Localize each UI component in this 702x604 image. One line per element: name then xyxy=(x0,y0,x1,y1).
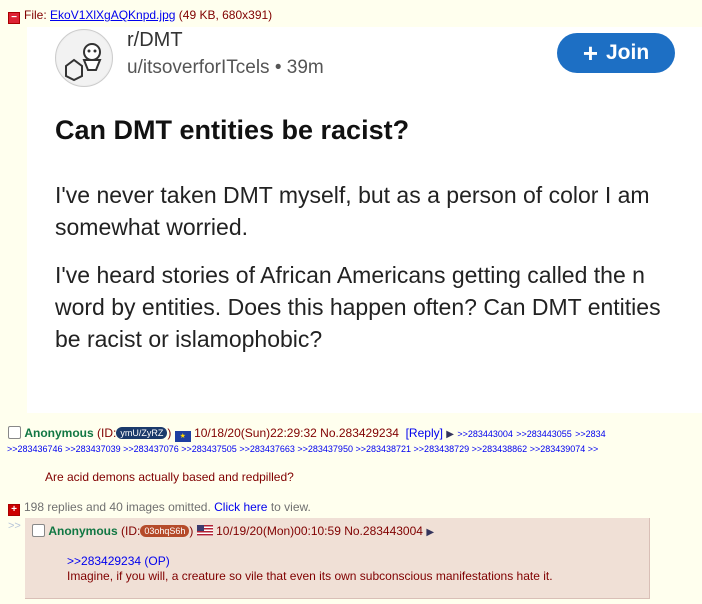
poster-id[interactable]: 03ohqS6h xyxy=(140,525,190,537)
backlink[interactable]: >> xyxy=(588,444,599,454)
plus-icon: + xyxy=(582,38,598,68)
post-title: Can DMT entities be racist? xyxy=(55,115,410,145)
view-thread-link[interactable]: Click here xyxy=(214,500,267,514)
join-button: + Join xyxy=(557,33,675,73)
file-meta: (49 KB, 680x391) xyxy=(178,8,273,22)
file-label: File: xyxy=(24,8,47,22)
omitted-notice: +198 replies and 40 images omitted. Clic… xyxy=(8,500,311,516)
poster-name: Anonymous xyxy=(48,524,118,538)
post-datetime: 10/18/20(Sun)22:29:32 xyxy=(194,426,317,440)
reply-post: Anonymous (ID: 03ohqS6h) 10/19/20(Mon)00:… xyxy=(25,518,650,599)
op-comment: Are acid demons actually based and redpi… xyxy=(45,470,294,484)
backlink[interactable]: >>283443004 xyxy=(457,429,513,439)
post-paragraph: I've never taken DMT myself, but as a pe… xyxy=(55,182,650,240)
reply-link[interactable]: [Reply] xyxy=(406,426,443,440)
id-prefix: (ID: xyxy=(121,524,141,538)
post-menu-icon[interactable]: ▶ xyxy=(426,527,434,538)
username: u/itsoverforITcels xyxy=(127,57,270,78)
backlink[interactable]: >>283437039 xyxy=(65,444,121,454)
reply-select-checkbox[interactable] xyxy=(32,524,45,537)
post-body: I've never taken DMT myself, but as a pe… xyxy=(55,179,680,371)
backlinks: >>283443004 >>283443055 >>2834 xyxy=(457,426,605,440)
backlinks-row: >>283436746 >>283437039 >>283437076 >>28… xyxy=(7,444,598,454)
reply-header: Anonymous (ID: 03ohqS6h) 10/19/20(Mon)00:… xyxy=(32,524,434,538)
join-label: Join xyxy=(606,41,650,64)
op-post-header: Anonymous (ID: ymU/ZyRZ) ★ 10/18/20(Sun)2… xyxy=(8,426,606,442)
poster-id[interactable]: ymU/ZyRZ xyxy=(116,427,168,439)
omitted-suffix: to view. xyxy=(270,500,311,514)
file-link[interactable]: EkoV1XlXgAQKnpd.jpg xyxy=(50,8,175,22)
post-paragraph: I've heard stories of African Americans … xyxy=(55,262,661,352)
op-select-checkbox[interactable] xyxy=(8,426,21,439)
backlink[interactable]: >>283438729 xyxy=(414,444,470,454)
eu-flag-icon: ★ xyxy=(174,431,191,442)
post-age: 39m xyxy=(286,57,324,78)
backlink[interactable]: >>283438862 xyxy=(472,444,528,454)
hide-thread-icon[interactable]: − xyxy=(8,12,20,24)
poster-name: Anonymous xyxy=(24,426,94,440)
backlink[interactable]: >>283437663 xyxy=(239,444,295,454)
file-info: − File: EkoV1XlXgAQKnpd.jpg (49 KB, 680x3… xyxy=(8,8,272,24)
subreddit-user: u/itsoverforITcels • 39m xyxy=(127,57,324,78)
omitted-text: 198 replies and 40 images omitted. xyxy=(24,500,211,514)
reply-arrow: >> xyxy=(8,520,21,532)
us-flag-icon xyxy=(196,525,213,536)
post-number[interactable]: No.283443004 xyxy=(344,524,423,538)
id-prefix: (ID: xyxy=(97,426,117,440)
post-number[interactable]: No.283429234 xyxy=(320,426,399,440)
backlink[interactable]: >>283438721 xyxy=(355,444,411,454)
post-menu-icon[interactable]: ▶ xyxy=(446,429,454,440)
subreddit-name: r/DMT xyxy=(127,29,183,51)
reply-comment: Imagine, if you will, a creature so vile… xyxy=(67,569,553,583)
backlink[interactable]: >>283443055 xyxy=(516,429,572,439)
backlink[interactable]: >>283437076 xyxy=(123,444,179,454)
expand-thread-icon[interactable]: + xyxy=(8,504,20,516)
backlink[interactable]: >>283436746 xyxy=(7,444,63,454)
backlink[interactable]: >>283437950 xyxy=(297,444,353,454)
quote-link[interactable]: >>283429234 (OP) xyxy=(67,554,170,568)
backlink[interactable]: >>2834 xyxy=(575,429,606,439)
backlink[interactable]: >>283439074 xyxy=(530,444,586,454)
post-datetime: 10/19/20(Mon)00:10:59 xyxy=(216,524,341,538)
subreddit-avatar-icon xyxy=(55,29,113,87)
op-image[interactable]: r/DMT u/itsoverforITcels • 39m + Join Ca… xyxy=(27,27,702,413)
backlink[interactable]: >>283437505 xyxy=(181,444,237,454)
